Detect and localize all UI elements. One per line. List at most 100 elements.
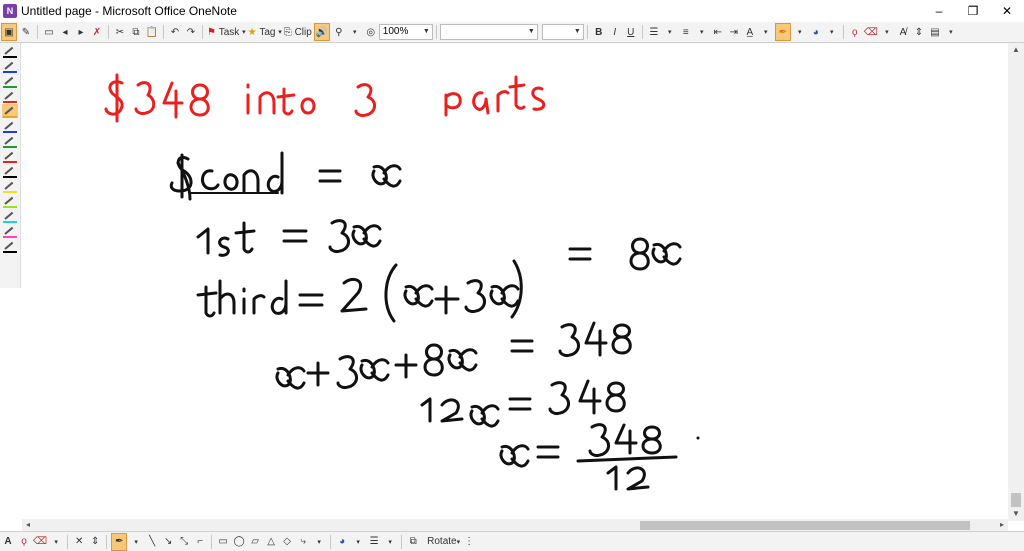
zoom-select[interactable]: 100% ▼ [378, 24, 433, 40]
diamond-icon[interactable]: ◇ [280, 534, 294, 550]
globe-icon[interactable]: ◎ [364, 24, 378, 40]
bold-button[interactable]: B [592, 24, 606, 40]
pen-swatch-icon[interactable] [2, 74, 18, 88]
ink-stroke [371, 164, 402, 188]
scroll-left-icon[interactable]: ◂ [22, 519, 34, 531]
bullets-icon[interactable]: ☰ [647, 24, 661, 40]
page-view-icon[interactable]: ▣ [1, 23, 17, 41]
pen-swatch-icon[interactable] [2, 179, 18, 193]
font-size-select[interactable]: ▼ [541, 24, 584, 40]
chevron-down-icon[interactable]: ▾ [880, 24, 894, 40]
pen-swatch-icon[interactable] [2, 149, 18, 163]
lasso-icon[interactable]: ϙ [848, 24, 862, 40]
numbering-icon[interactable]: ≡ [679, 24, 693, 40]
chevron-down-icon[interactable]: ▾ [49, 534, 63, 550]
outdent-icon[interactable]: ⇤ [711, 24, 725, 40]
back-icon[interactable]: ◂ [58, 24, 72, 40]
insert-space-icon[interactable]: ⇕ [912, 24, 926, 40]
undo-icon[interactable]: ↶ [168, 24, 182, 40]
pen-swatch-icon[interactable] [2, 134, 18, 148]
redo-icon[interactable]: ↷ [184, 24, 198, 40]
pen-swatch-icon[interactable] [2, 119, 18, 133]
axis-icon[interactable]: ⌐ [193, 534, 207, 550]
task-button[interactable]: ⚑ Task ▾ [207, 24, 246, 40]
fill-color-icon[interactable]: ◕ [335, 534, 349, 550]
vertical-scroll-thumb[interactable] [1011, 493, 1021, 507]
triangle-icon[interactable]: △ [264, 534, 278, 550]
lasso-icon[interactable]: ϙ [17, 534, 31, 550]
cross-icon[interactable]: ✕ [72, 534, 86, 550]
eraser-icon[interactable]: ⌫ [33, 534, 47, 550]
chevron-down-icon[interactable]: ▾ [383, 534, 397, 550]
pen-swatch-icon[interactable] [2, 164, 18, 178]
link-icon[interactable]: ⚲ [332, 24, 346, 40]
chevron-down-icon[interactable]: ▾ [759, 24, 773, 40]
horizontal-scroll-thumb[interactable] [640, 521, 970, 530]
chevron-down-icon[interactable]: ▾ [129, 534, 143, 550]
chevron-down-icon[interactable]: ▾ [695, 24, 709, 40]
ink-to-text-icon[interactable]: A̸ [896, 24, 910, 40]
arrange-icon[interactable]: ⧉ [406, 534, 420, 550]
chevron-down-icon[interactable]: ▾ [825, 24, 839, 40]
arrow-icon[interactable]: ↘ [161, 534, 175, 550]
horizontal-scrollbar[interactable]: ◂ ▸ [22, 519, 1008, 531]
connector-icon[interactable]: ⤷ [296, 534, 310, 550]
delete-icon[interactable]: ✗ [90, 24, 104, 40]
scroll-up-icon[interactable]: ▲ [1008, 43, 1024, 57]
pen-swatch-icon[interactable] [2, 104, 18, 118]
pen-tool-icon[interactable]: ✒ [111, 532, 128, 551]
pen-swatch-icon[interactable] [2, 44, 18, 58]
line-icon[interactable]: ╲ [145, 534, 159, 550]
cut-icon[interactable]: ✂ [113, 24, 127, 40]
styles-icon[interactable]: A̲ [743, 24, 757, 40]
resize-grip-icon[interactable]: ⋮ [462, 534, 476, 550]
insert-space-icon[interactable]: ⇕ [88, 534, 102, 550]
chevron-down-icon[interactable]: ▾ [944, 24, 958, 40]
rectangle-icon[interactable]: ▭ [216, 534, 230, 550]
underline-button[interactable]: U [624, 24, 638, 40]
close-button[interactable]: ✕ [990, 0, 1024, 22]
copy-icon[interactable]: ⧉ [129, 24, 143, 40]
pen-tip-icon [4, 196, 14, 205]
toolbar-separator [67, 534, 69, 549]
chevron-down-icon[interactable]: ▾ [351, 534, 365, 550]
pen-swatch-icon[interactable] [2, 224, 18, 238]
page-list-icon[interactable]: ▤ [928, 24, 942, 40]
scroll-right-icon[interactable]: ▸ [996, 519, 1008, 531]
maximize-button[interactable]: ❐ [956, 0, 990, 22]
pen-swatch-icon[interactable] [2, 59, 18, 73]
color-picker-icon[interactable]: ◕ [809, 24, 823, 40]
double-arrow-icon[interactable]: ⤡ [177, 534, 191, 550]
minimize-button[interactable]: – [922, 0, 956, 22]
pen-color-icon[interactable]: ✒ [774, 23, 791, 41]
scroll-down-icon[interactable]: ▼ [1008, 507, 1024, 521]
new-page-icon[interactable]: ▭ [42, 24, 56, 40]
forward-icon[interactable]: ▸ [74, 24, 88, 40]
pen-swatch-icon[interactable] [2, 89, 18, 103]
pen-swatch-icon[interactable] [2, 239, 18, 253]
indent-icon[interactable]: ⇥ [727, 24, 741, 40]
vertical-scrollbar[interactable]: ▲ ▼ [1008, 43, 1024, 521]
parallelogram-icon[interactable]: ▱ [248, 534, 262, 550]
audio-icon[interactable]: 🔊 [313, 23, 330, 41]
font-select[interactable]: ▼ [439, 24, 538, 40]
chevron-down-icon[interactable]: ▾ [663, 24, 677, 40]
pen-tip-icon [4, 166, 14, 175]
chevron-down-icon[interactable]: ▾ [793, 24, 807, 40]
text-tool-button[interactable]: A [1, 534, 15, 550]
paste-icon[interactable]: 📋 [145, 24, 159, 40]
chevron-down-icon[interactable]: ▾ [312, 534, 326, 550]
pen-swatch-icon[interactable] [2, 194, 18, 208]
ink-stroke [394, 353, 418, 379]
tag-button[interactable]: ★ Tag ▾ [248, 24, 282, 40]
ellipse-icon[interactable]: ◯ [232, 534, 246, 550]
italic-button[interactable]: I [608, 24, 622, 40]
pen-swatch-icon[interactable] [2, 209, 18, 223]
note-page[interactable] [22, 43, 1008, 518]
rotate-button[interactable]: Rotate ▾ [427, 534, 460, 550]
eraser-icon[interactable]: ⌫ [864, 24, 878, 40]
clip-button[interactable]: ⎘ Clip [284, 24, 312, 40]
line-weight-icon[interactable]: ☰ [367, 534, 381, 550]
pen-icon[interactable]: ✎ [19, 24, 33, 40]
chevron-down-icon[interactable]: ▾ [348, 24, 362, 40]
